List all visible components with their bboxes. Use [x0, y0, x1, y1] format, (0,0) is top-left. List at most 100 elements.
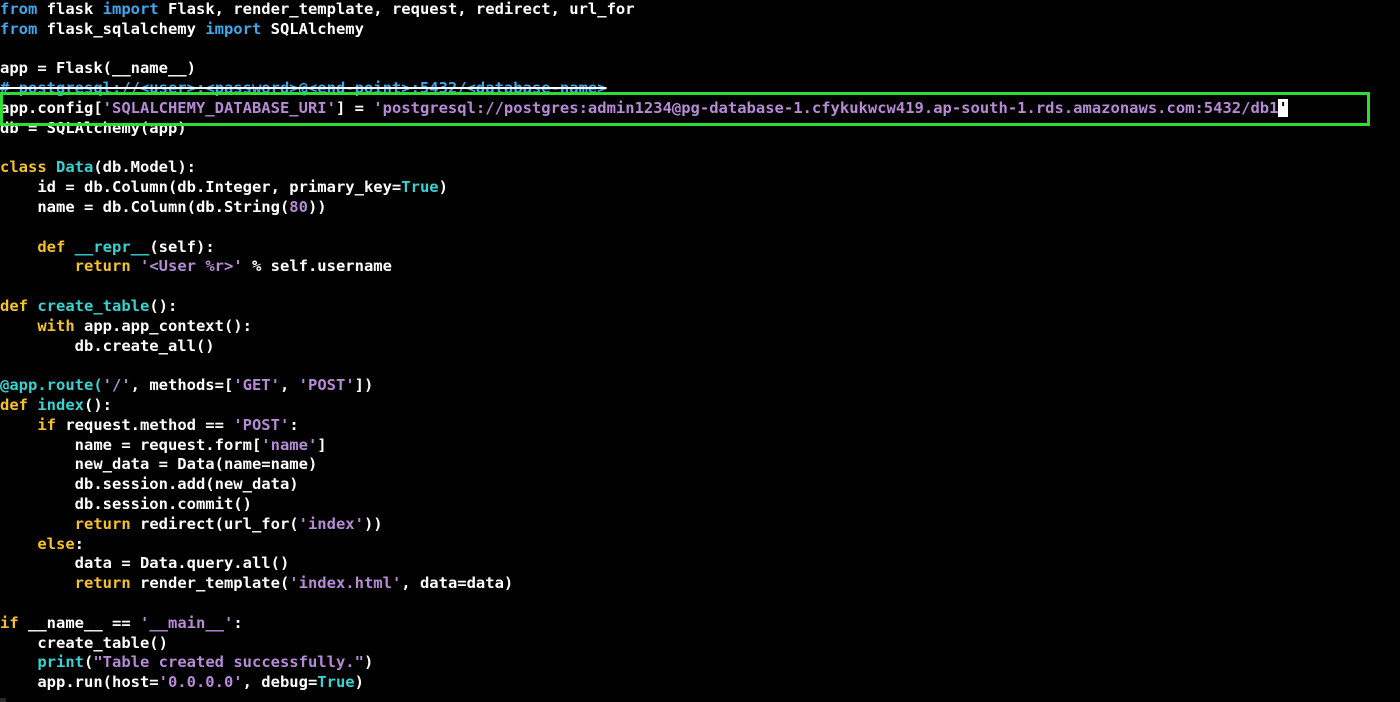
terminal-editor[interactable]: from flask import Flask, render_template…: [0, 0, 1400, 702]
code-line[interactable]: def create_table():: [0, 297, 1400, 317]
code-line[interactable]: [0, 218, 1400, 238]
code-token: (self):: [149, 237, 215, 256]
code-line[interactable]: name = request.form['name']: [0, 436, 1400, 456]
code-token: app.run(host=: [0, 673, 159, 692]
code-token: ():: [84, 395, 113, 414]
code-token: index: [37, 395, 85, 414]
code-line[interactable]: from flask_sqlalchemy import SQLAlchemy: [0, 20, 1400, 40]
code-token: name = request.form[: [0, 435, 262, 454]
code-token: class: [0, 158, 47, 177]
code-token: (: [84, 653, 94, 672]
code-token: 'name': [261, 435, 318, 454]
code-token: app.config[: [0, 98, 103, 117]
code-token: ]): [354, 376, 374, 395]
code-token: redirect(url_for(: [130, 514, 299, 533]
code-token: 'index': [298, 514, 364, 533]
code-token: )): [307, 197, 327, 216]
code-token: data = Data.query.all(): [0, 554, 290, 573]
code-line[interactable]: db.session.commit(): [0, 495, 1400, 515]
code-token: ): [363, 653, 374, 672]
code-line[interactable]: db.session.add(new_data): [0, 475, 1400, 495]
code-line[interactable]: class Data(db.Model):: [0, 158, 1400, 178]
code-token: ): [354, 673, 364, 692]
code-token: :: [233, 613, 243, 632]
code-line[interactable]: app = Flask(__name__): [0, 59, 1400, 79]
code-line[interactable]: with app.app_context():: [0, 317, 1400, 337]
code-token: '__main__': [140, 613, 234, 632]
code-token: ,: [279, 376, 299, 395]
code-line[interactable]: return render_template('index.html', dat…: [0, 574, 1400, 594]
code-line[interactable]: [0, 277, 1400, 297]
code-token: return: [74, 574, 131, 593]
code-line[interactable]: [0, 139, 1400, 159]
code-token: Flask, render_template, request, redirec…: [158, 0, 635, 18]
code-token: 'POST': [298, 376, 355, 395]
code-line[interactable]: def index():: [0, 396, 1400, 416]
code-line[interactable]: from flask import Flask, render_template…: [0, 0, 1400, 20]
code-token: with: [37, 316, 75, 335]
code-token: db.session.commit(): [0, 494, 252, 513]
code-line[interactable]: app.run(host='0.0.0.0', debug=True): [0, 673, 1400, 693]
code-token: 'POST': [233, 415, 290, 434]
code-token: def: [0, 296, 28, 315]
code-token: , data=data): [401, 574, 514, 593]
code-line[interactable]: def __repr__(self):: [0, 238, 1400, 258]
code-token: db.session.add(new_data): [0, 475, 299, 494]
code-line[interactable]: db = SQLAlchemy(app): [0, 119, 1400, 139]
scroll-marker: [0, 698, 6, 702]
code-line[interactable]: if request.method == 'POST':: [0, 416, 1400, 436]
code-token: __repr__: [74, 237, 150, 256]
code-token: SQLAlchemy: [261, 19, 364, 38]
code-line[interactable]: if __name__ == '__main__':: [0, 614, 1400, 634]
code-line[interactable]: print("Table created successfully."): [0, 653, 1400, 673]
code-line[interactable]: new_data = Data(name=name): [0, 455, 1400, 475]
code-token: name = db.Column(db.String(: [0, 197, 290, 216]
code-line[interactable]: else:: [0, 535, 1400, 555]
code-token: (db.Model):: [93, 158, 196, 177]
code-line[interactable]: [0, 356, 1400, 376]
code-line[interactable]: db.create_all(): [0, 337, 1400, 357]
code-line[interactable]: id = db.Column(db.Integer, primary_key=T…: [0, 178, 1400, 198]
code-line[interactable]: name = db.Column(db.String(80)): [0, 198, 1400, 218]
code-token: ] =: [335, 98, 374, 117]
code-token: 'postgresql://postgres:admin1234@pg-data…: [373, 98, 1279, 117]
code-token: 'GET': [233, 376, 280, 395]
code-token: if: [0, 613, 19, 632]
code-token: , methods=[: [130, 376, 234, 395]
code-line[interactable]: app.config['SQLALCHEMY_DATABASE_URI'] = …: [0, 98, 1400, 119]
code-token: '/': [102, 376, 131, 395]
text-cursor: ': [1278, 98, 1288, 117]
code-token: print: [37, 653, 84, 672]
code-area[interactable]: from flask import Flask, render_template…: [0, 0, 1400, 693]
code-token: new_data = Data(name=name): [0, 455, 318, 474]
code-line[interactable]: create_table(): [0, 634, 1400, 654]
code-line[interactable]: data = Data.query.all(): [0, 554, 1400, 574]
code-token: app = Flask(__name__): [0, 59, 196, 78]
code-line[interactable]: [0, 40, 1400, 60]
code-token: True: [401, 178, 439, 197]
code-token: from: [0, 0, 38, 18]
code-token: '0.0.0.0': [158, 673, 243, 692]
code-token: render_template(: [130, 574, 290, 593]
code-token: Data: [56, 158, 94, 177]
code-token: 80: [289, 197, 308, 216]
code-line[interactable]: return '<User %r>' % self.username: [0, 257, 1400, 277]
code-line[interactable]: @app.route('/', methods=['GET', 'POST']): [0, 376, 1400, 396]
code-token: request.method ==: [56, 415, 234, 434]
code-token: True: [317, 673, 355, 692]
code-token: if: [37, 415, 56, 434]
code-line[interactable]: [0, 594, 1400, 614]
code-token: return: [74, 257, 131, 276]
code-line[interactable]: return redirect(url_for('index')): [0, 515, 1400, 535]
code-token: ():: [149, 296, 178, 315]
code-line[interactable]: # postgresql://<user>:<password>@<end-po…: [0, 79, 1400, 99]
